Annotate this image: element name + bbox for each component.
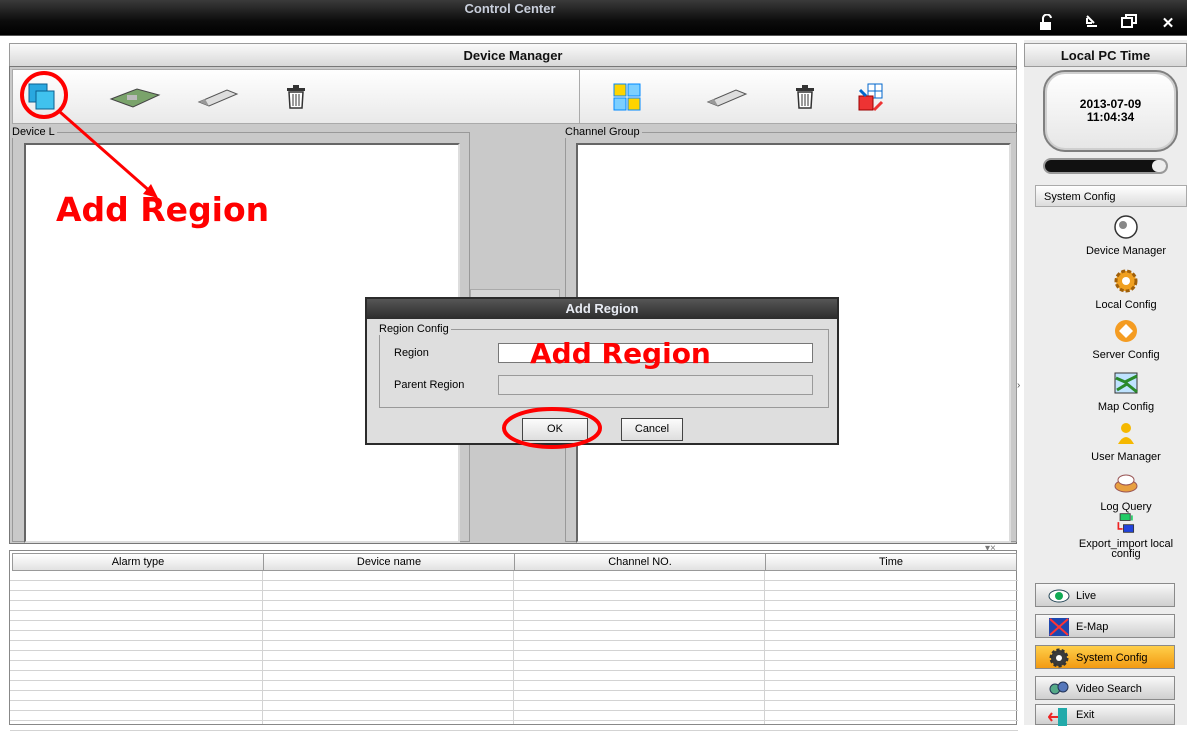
user-icon: [1118, 423, 1134, 444]
table-row[interactable]: [10, 691, 1018, 701]
table-row[interactable]: [10, 631, 1018, 641]
dialog-title: Add Region: [367, 299, 837, 319]
local-pc-time-header: Local PC Time: [1024, 43, 1187, 67]
gear-icon: [1049, 648, 1069, 668]
channel-group-label: Channel Group: [565, 126, 640, 138]
nav-label: Exit: [1076, 709, 1095, 721]
annotation-text: Add Region: [56, 190, 270, 229]
table-row[interactable]: [10, 661, 1018, 671]
collapse-arrow-icon[interactable]: ›: [1017, 380, 1024, 410]
cfg-server-config[interactable]: Server Config: [1065, 318, 1187, 361]
remove-device-icon[interactable]: [193, 80, 243, 114]
nav-emap[interactable]: E-Map: [1035, 614, 1175, 638]
alarm-grid: Alarm type Device name Channel NO. Time …: [9, 543, 1018, 731]
col-time[interactable]: Time: [765, 553, 1017, 571]
annotation-dialog-text: Add Region: [530, 337, 711, 370]
cfg-label: Export_import local config: [1078, 538, 1174, 560]
table-row[interactable]: [10, 601, 1018, 611]
add-region-icon[interactable]: [25, 80, 59, 114]
cfg-label: User Manager: [1091, 451, 1161, 463]
server-icon: [1115, 320, 1137, 342]
region-label: Region: [394, 347, 429, 359]
import-icon[interactable]: [854, 80, 888, 114]
col-alarm-type[interactable]: Alarm type: [12, 553, 264, 571]
cfg-label: Map Config: [1097, 401, 1155, 413]
nav-exit[interactable]: Exit: [1035, 704, 1175, 726]
export-import-icon: [1117, 513, 1135, 533]
delete-channel-icon[interactable]: [788, 80, 822, 114]
nav-live[interactable]: Live: [1035, 583, 1175, 607]
cfg-device-manager[interactable]: Device Manager: [1065, 214, 1187, 257]
table-row[interactable]: [10, 671, 1018, 681]
clock-display: 2013-07-09 11:04:34: [1043, 70, 1178, 152]
table-row[interactable]: [10, 591, 1018, 601]
table-row[interactable]: [10, 711, 1018, 721]
log-icon: [1114, 474, 1138, 493]
close-icon[interactable]: ✕: [1156, 14, 1180, 34]
nav-label: System Config: [1076, 652, 1148, 664]
table-row[interactable]: [10, 571, 1018, 581]
channel-toolbar: [579, 69, 1017, 124]
parent-region-label: Parent Region: [394, 379, 465, 391]
cfg-local-config[interactable]: Local Config: [1065, 268, 1187, 311]
table-row[interactable]: [10, 681, 1018, 691]
col-device-name[interactable]: Device name: [263, 553, 515, 571]
group-icon[interactable]: [610, 80, 644, 114]
cfg-export-import[interactable]: Export_import local config: [1065, 511, 1187, 560]
table-row[interactable]: [10, 611, 1018, 621]
title-bar: Control Center ✕: [0, 0, 1187, 36]
emap-icon: [1049, 618, 1069, 636]
clock-time: 11:04:34: [1086, 110, 1135, 124]
device-list-label: Device L: [12, 126, 55, 138]
table-row[interactable]: [10, 721, 1018, 731]
gear-icon: [1114, 269, 1138, 293]
lock-icon[interactable]: [1036, 13, 1060, 34]
cfg-user-manager[interactable]: User Manager: [1065, 420, 1187, 463]
grid-close-icon[interactable]: ▾×: [985, 543, 996, 554]
cfg-label: Server Config: [1092, 349, 1160, 361]
table-row[interactable]: [10, 621, 1018, 631]
camera-dome-icon: [1114, 215, 1138, 239]
nav-label: E-Map: [1076, 621, 1109, 633]
col-channel-no[interactable]: Channel NO.: [514, 553, 766, 571]
ok-button[interactable]: OK: [522, 418, 588, 441]
add-region-dialog: Add Region Region Config Region Parent R…: [365, 297, 839, 445]
volume-slider[interactable]: [1043, 158, 1168, 174]
map-icon: [1114, 372, 1138, 394]
table-row[interactable]: [10, 651, 1018, 661]
nav-label: Video Search: [1076, 683, 1142, 695]
nav-label: Live: [1076, 590, 1097, 602]
table-row[interactable]: [10, 581, 1018, 591]
add-device-icon[interactable]: [105, 80, 165, 114]
cfg-map-config[interactable]: Map Config: [1065, 370, 1187, 413]
restore-icon[interactable]: [1117, 14, 1141, 34]
video-search-icon: [1049, 681, 1069, 695]
table-row[interactable]: [10, 641, 1018, 651]
cfg-log-query[interactable]: Log Query: [1065, 470, 1187, 513]
system-config-section-header[interactable]: System Config: [1035, 185, 1187, 207]
delete-icon[interactable]: [279, 80, 313, 114]
device-toolbar: [12, 69, 580, 124]
remove-channel-icon[interactable]: [702, 80, 752, 114]
nav-system-config[interactable]: System Config: [1035, 645, 1175, 669]
cfg-label: Device Manager: [1085, 245, 1167, 257]
slider-thumb[interactable]: [1152, 160, 1166, 172]
region-config-label: Region Config: [379, 323, 449, 335]
exit-icon: [1048, 708, 1067, 726]
parent-region-input: [498, 375, 813, 395]
window-title: Control Center: [464, 1, 556, 16]
nav-video-search[interactable]: Video Search: [1035, 676, 1175, 700]
table-row[interactable]: [10, 701, 1018, 711]
eye-icon: [1048, 589, 1070, 603]
minimize-icon[interactable]: [1080, 14, 1104, 34]
cancel-button[interactable]: Cancel: [621, 418, 683, 441]
cfg-label: Local Config: [1095, 299, 1157, 311]
device-manager-header: Device Manager: [9, 43, 1017, 67]
